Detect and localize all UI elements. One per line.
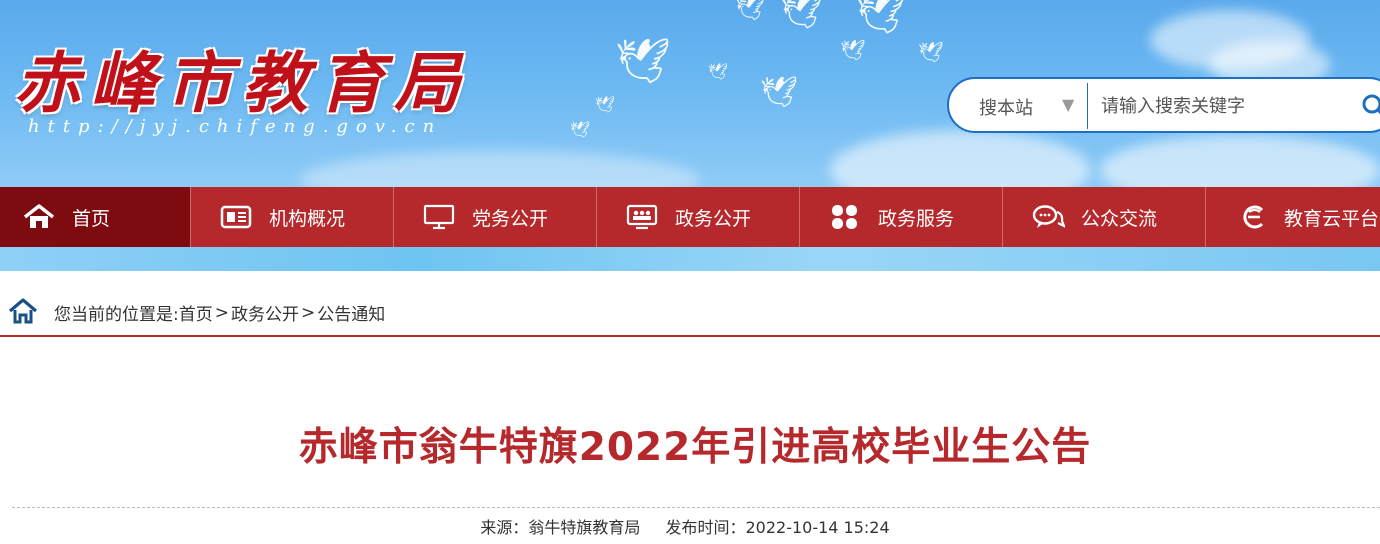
- header-banner: 🕊 🕊 🕊 🕊 🕊 🕊 🕊 🕊 🕊 🕊 赤峰市教育局 http://jyj.ch…: [0, 0, 1380, 187]
- article-meta: 来源：翁牛特旗教育局 发布时间：2022-10-14 15:24: [0, 514, 1370, 538]
- nav-item-government-services[interactable]: 政务服务: [800, 187, 1003, 247]
- breadcrumb-separator: >: [300, 302, 316, 323]
- dove-icon: 🕊: [615, 36, 671, 87]
- search-input[interactable]: [1099, 87, 1353, 125]
- search-divider: [1087, 83, 1088, 129]
- source-label: 来源：: [480, 518, 529, 537]
- nav-item-government-affairs[interactable]: 政务公开: [597, 187, 800, 247]
- time-label: 发布时间：: [665, 518, 746, 537]
- breadcrumb: 您当前的位置是: 首页 > 政务公开 > 公告通知: [0, 290, 1380, 335]
- site-logo-title[interactable]: 赤峰市教育局: [14, 30, 470, 126]
- nav-label: 首页: [72, 207, 111, 230]
- breadcrumb-link-home[interactable]: 首页: [179, 300, 213, 325]
- nav-label: 教育云平台: [1284, 207, 1380, 230]
- dove-icon: 🕊: [760, 75, 799, 110]
- chat-icon: [1031, 204, 1065, 230]
- nav-item-organization[interactable]: 机构概况: [191, 187, 394, 247]
- article-title: 赤峰市翁牛特旗2022年引进高校毕业生公告: [298, 425, 1092, 470]
- cloud-decoration: [1100, 135, 1380, 187]
- dove-icon: 🕊: [840, 38, 866, 62]
- nav-item-education-cloud[interactable]: 教育云平台: [1206, 187, 1380, 247]
- dove-icon: 🕊: [708, 62, 729, 81]
- breadcrumb-divider: [0, 335, 1380, 337]
- search-scope-label: 搜本站: [979, 98, 1033, 119]
- dove-icon: 🕊: [855, 0, 906, 37]
- cloud-decoration: [830, 130, 1090, 187]
- monitor-icon: [422, 204, 456, 230]
- main-nav: 首页 机构概况 党务公开 政务公开 政务服务 公众交流 教育云平台: [0, 187, 1380, 247]
- nav-item-public-exchange[interactable]: 公众交流: [1003, 187, 1206, 247]
- breadcrumb-link-government-affairs[interactable]: 政务公开: [231, 300, 299, 325]
- dove-icon: 🕊: [780, 0, 824, 32]
- nav-label: 政务公开: [675, 207, 752, 230]
- home-outline-icon: [8, 297, 38, 329]
- dove-icon: 🕊: [735, 0, 766, 22]
- dove-icon: 🕊: [595, 95, 616, 114]
- meta-divider: [12, 507, 1380, 508]
- caret-down-icon: ▼: [1062, 95, 1075, 114]
- meeting-screen-icon: [625, 204, 659, 230]
- nav-label: 机构概况: [269, 207, 346, 230]
- newspaper-icon: [219, 204, 253, 230]
- site-url: http://jyj.chifeng.gov.cn: [28, 116, 443, 137]
- cloud-e-icon: [1236, 204, 1270, 230]
- breadcrumb-prefix: 您当前的位置是:: [54, 305, 179, 325]
- grid-icon: [828, 204, 862, 230]
- search-icon[interactable]: [1361, 93, 1380, 123]
- dove-icon: 🕊: [570, 120, 591, 139]
- source-value: 翁牛特旗教育局: [528, 518, 641, 537]
- article-publish-time: 发布时间：2022-10-14 15:24: [665, 518, 889, 537]
- search-scope-select[interactable]: 搜本站 ▼: [949, 79, 1089, 131]
- cloud-decoration: [300, 150, 700, 187]
- article-source: 来源：翁牛特旗教育局: [480, 518, 640, 537]
- nav-item-party-affairs[interactable]: 党务公开: [394, 187, 597, 247]
- search-box: 搜本站 ▼: [947, 77, 1380, 133]
- nav-label: 党务公开: [472, 207, 549, 230]
- breadcrumb-separator: >: [214, 302, 229, 323]
- home-icon: [22, 204, 56, 230]
- dove-icon: 🕊: [918, 40, 944, 64]
- nav-label: 政务服务: [878, 207, 955, 230]
- breadcrumb-link-announcements[interactable]: 公告通知: [317, 300, 385, 325]
- nav-label: 公众交流: [1081, 207, 1158, 230]
- nav-item-home[interactable]: 首页: [0, 187, 191, 247]
- banner-bottom-strip: [0, 247, 1380, 271]
- time-value: 2022-10-14 15:24: [745, 518, 890, 537]
